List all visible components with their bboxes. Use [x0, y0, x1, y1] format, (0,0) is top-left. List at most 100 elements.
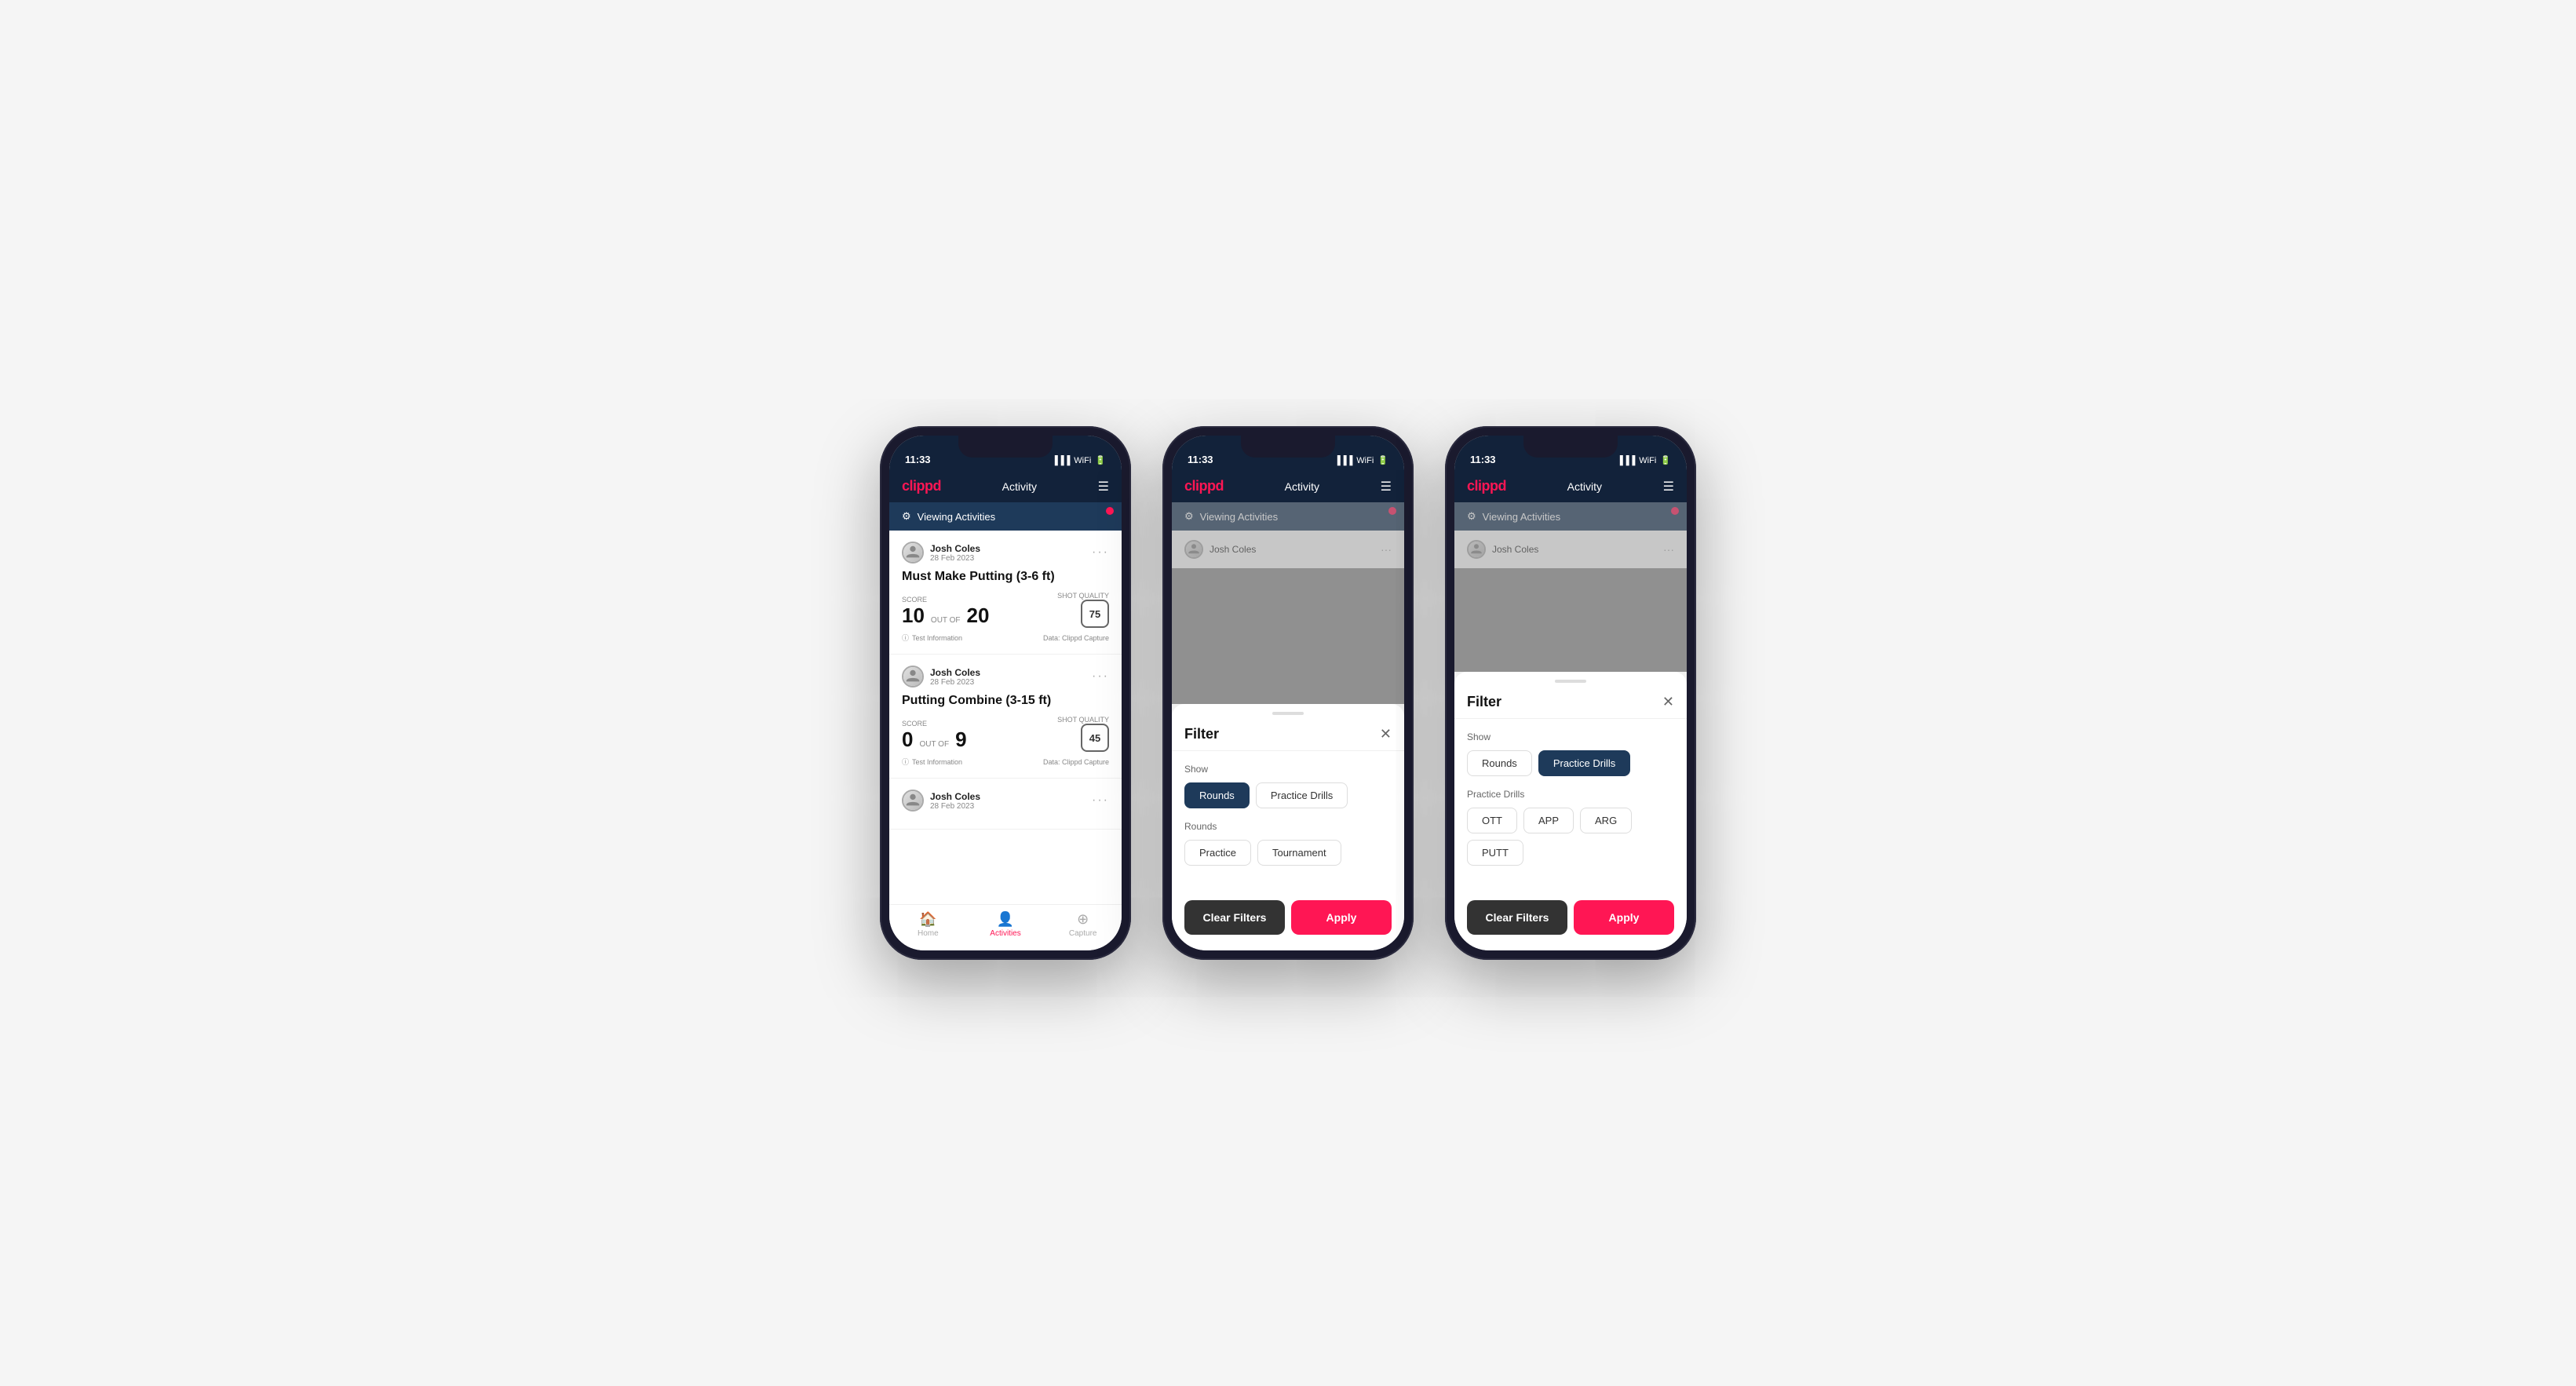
show-label-2: Show	[1184, 764, 1392, 775]
avatar-img-2	[903, 667, 922, 686]
viewing-bar-text-1: Viewing Activities	[918, 511, 995, 523]
phone-3: 11:33 ▐▐▐ WiFi 🔋 clippd Activity ☰ ⚙ Vie…	[1445, 426, 1696, 960]
app-header-2: clippd Activity ☰	[1172, 470, 1404, 502]
card-footer-1: ⓘ Test Information Data: Clippd Capture	[902, 633, 1109, 643]
tournament-btn-2[interactable]: Tournament	[1257, 840, 1341, 866]
status-time-3: 11:33	[1470, 454, 1496, 465]
phone-1: 11:33 ▐▐▐ WiFi 🔋 clippd Activity ☰ ⚙ Vie…	[880, 426, 1131, 960]
practice-btn-2[interactable]: Practice	[1184, 840, 1251, 866]
show-filter-buttons-3: Rounds Practice Drills	[1467, 750, 1674, 776]
viewing-bar-3-dimmed: ⚙ Viewing Activities	[1454, 502, 1687, 531]
nav-home-1[interactable]: 🏠 Home	[889, 911, 967, 938]
user-date-3: 28 Feb 2023	[930, 802, 980, 811]
logo-1: clippd	[902, 478, 941, 494]
user-name-1: Josh Coles	[930, 543, 980, 554]
show-label-3: Show	[1467, 731, 1674, 742]
capture-icon-1: ⊕	[1077, 911, 1089, 928]
apply-btn-2[interactable]: Apply	[1291, 900, 1392, 935]
notification-dot-2d	[1388, 507, 1396, 515]
score-label-2: Score	[902, 720, 967, 728]
show-filter-buttons-2: Rounds Practice Drills	[1184, 782, 1392, 808]
activity-card-1: Josh Coles 28 Feb 2023 ··· Must Make Put…	[889, 531, 1122, 655]
app-header-3: clippd Activity ☰	[1454, 470, 1687, 502]
data-source-1: Data: Clippd Capture	[1043, 634, 1109, 642]
score-label-1: Score	[902, 596, 989, 604]
practice-drills-btn-2[interactable]: Practice Drills	[1256, 782, 1348, 808]
more-options-3[interactable]: ···	[1092, 793, 1109, 808]
user-details-2: Josh Coles 28 Feb 2023	[930, 667, 980, 687]
putt-btn-3[interactable]: PUTT	[1467, 840, 1523, 866]
wifi-icon-3: WiFi	[1639, 456, 1656, 465]
header-title-3: Activity	[1567, 480, 1602, 493]
dots-3d: ···	[1663, 543, 1674, 556]
status-time-2: 11:33	[1188, 454, 1213, 465]
more-options-1[interactable]: ···	[1092, 545, 1109, 560]
filter-sheet-2: Filter ✕ Show Rounds Practice Drills Rou…	[1172, 704, 1404, 950]
phone-2: 11:33 ▐▐▐ WiFi 🔋 clippd Activity ☰ ⚙ Vie…	[1162, 426, 1414, 960]
notch-2	[1241, 436, 1335, 458]
user-details-1: Josh Coles 28 Feb 2023	[930, 543, 980, 563]
hamburger-menu-2[interactable]: ☰	[1381, 479, 1392, 494]
hamburger-menu-3[interactable]: ☰	[1663, 479, 1674, 494]
outof-label-2: OUT OF	[919, 740, 949, 749]
wifi-icon: WiFi	[1074, 456, 1091, 465]
avatar-3	[902, 790, 924, 812]
card-header-2: Josh Coles 28 Feb 2023 ···	[902, 666, 1109, 688]
activity-card-3: Josh Coles 28 Feb 2023 ···	[889, 779, 1122, 830]
user-name-2d: Josh Coles	[1210, 544, 1256, 555]
wifi-icon-2: WiFi	[1356, 456, 1374, 465]
viewing-bar-text-2d: Viewing Activities	[1200, 511, 1278, 523]
status-time-1: 11:33	[905, 454, 931, 465]
signal-icon-3: ▐▐▐	[1617, 456, 1635, 465]
filter-icon-2d: ⚙	[1184, 510, 1194, 523]
activity-card-2: Josh Coles 28 Feb 2023 ··· Putting Combi…	[889, 655, 1122, 779]
rounds-filter-buttons-2: Practice Tournament	[1184, 840, 1392, 866]
close-button-3[interactable]: ✕	[1662, 694, 1674, 710]
activity-title-2: Putting Combine (3-15 ft)	[902, 694, 1109, 708]
arg-btn-3[interactable]: ARG	[1580, 808, 1632, 833]
user-name-2: Josh Coles	[930, 667, 980, 678]
activities-icon-1: 👤	[997, 911, 1014, 928]
ott-btn-3[interactable]: OTT	[1467, 808, 1517, 833]
header-title-1: Activity	[1002, 480, 1037, 493]
data-source-2: Data: Clippd Capture	[1043, 758, 1109, 766]
viewing-bar-2-dimmed: ⚙ Viewing Activities	[1172, 502, 1404, 531]
clear-filters-btn-3[interactable]: Clear Filters	[1467, 900, 1567, 935]
header-title-2: Activity	[1285, 480, 1319, 493]
clear-filters-btn-2[interactable]: Clear Filters	[1184, 900, 1285, 935]
practice-drills-btn-3[interactable]: Practice Drills	[1538, 750, 1630, 776]
activities-label-1: Activities	[990, 929, 1020, 938]
user-info-3: Josh Coles 28 Feb 2023	[902, 790, 980, 812]
practice-drills-section-label-3: Practice Drills	[1467, 789, 1674, 800]
apply-btn-3[interactable]: Apply	[1574, 900, 1674, 935]
hamburger-menu-1[interactable]: ☰	[1098, 479, 1109, 494]
status-icons-3: ▐▐▐ WiFi 🔋	[1617, 455, 1671, 465]
user-info-2: Josh Coles 28 Feb 2023	[902, 666, 980, 688]
logo-3: clippd	[1467, 478, 1506, 494]
close-button-2[interactable]: ✕	[1380, 726, 1392, 742]
shots-value-2: 9	[955, 728, 966, 752]
avatar-img-3	[903, 791, 922, 810]
status-icons-1: ▐▐▐ WiFi 🔋	[1052, 455, 1106, 465]
filter-actions-3: Clear Filters Apply	[1454, 891, 1687, 950]
app-header-1: clippd Activity ☰	[889, 470, 1122, 502]
home-label-1: Home	[918, 929, 939, 938]
user-details-3: Josh Coles 28 Feb 2023	[930, 791, 980, 811]
nav-activities-1[interactable]: 👤 Activities	[967, 911, 1045, 938]
battery-icon-3: 🔋	[1660, 455, 1671, 465]
rounds-btn-2[interactable]: Rounds	[1184, 782, 1250, 808]
battery-icon-2: 🔋	[1377, 455, 1388, 465]
notch-3	[1523, 436, 1618, 458]
avatar-2	[902, 666, 924, 688]
bottom-nav-1: 🏠 Home 👤 Activities ⊕ Capture	[889, 904, 1122, 950]
viewing-bar-1[interactable]: ⚙ Viewing Activities	[889, 502, 1122, 531]
app-btn-3[interactable]: APP	[1523, 808, 1574, 833]
rounds-btn-3[interactable]: Rounds	[1467, 750, 1532, 776]
viewing-bar-text-3d: Viewing Activities	[1483, 511, 1560, 523]
more-options-2[interactable]: ···	[1092, 669, 1109, 684]
user-date-1: 28 Feb 2023	[930, 554, 980, 563]
shot-quality-badge-2: 45	[1081, 724, 1109, 752]
nav-capture-1[interactable]: ⊕ Capture	[1044, 911, 1122, 938]
filter-actions-2: Clear Filters Apply	[1172, 891, 1404, 950]
home-icon-1: 🏠	[919, 911, 936, 928]
